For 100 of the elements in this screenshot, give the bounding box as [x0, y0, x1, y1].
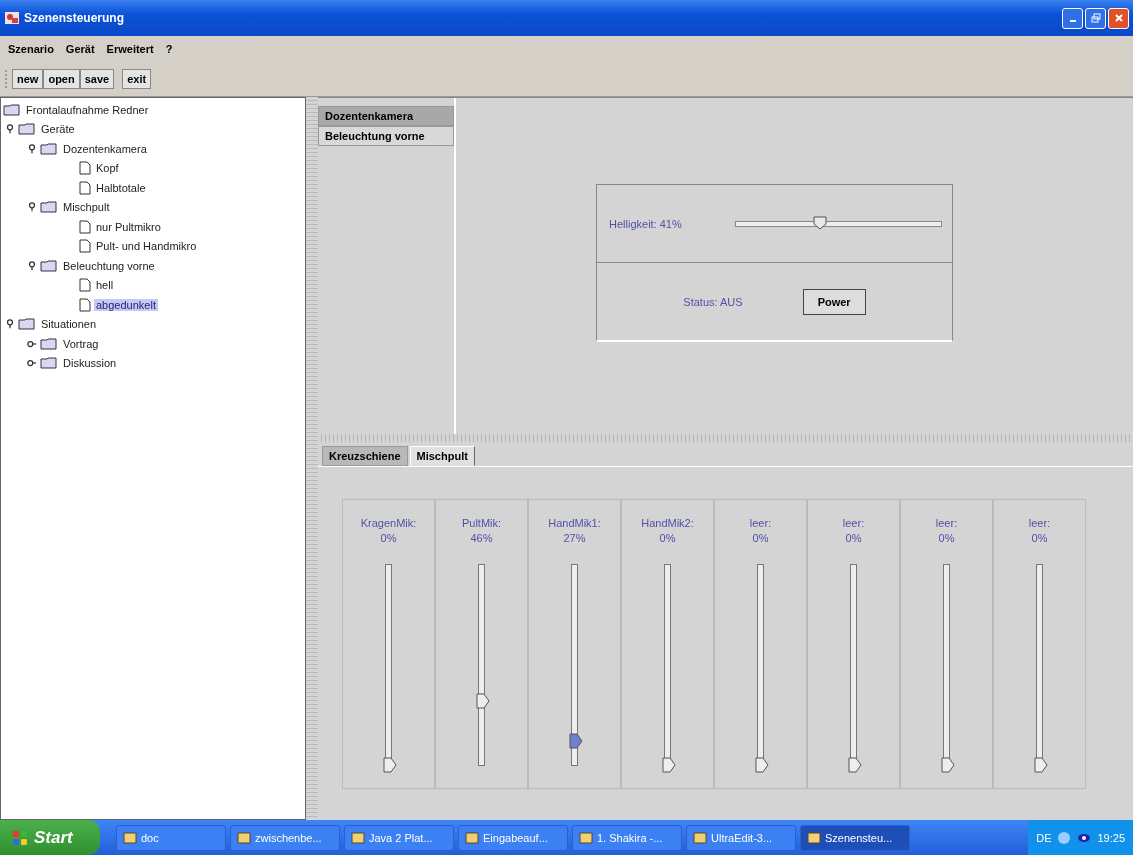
minimize-button[interactable] [1062, 7, 1083, 29]
windows-logo-icon [12, 829, 28, 846]
slider-thumb[interactable] [383, 757, 397, 773]
folder-icon [40, 142, 58, 155]
window-icon [807, 830, 821, 845]
tree-item[interactable]: nur Pultmikro [94, 220, 163, 233]
channel-reading: 0% [380, 531, 397, 546]
window-title: Szenensteuerung [24, 11, 126, 25]
app-icon [4, 10, 20, 26]
panel-tab[interactable]: Kreuzschiene [322, 446, 408, 466]
document-icon [79, 297, 91, 312]
folder-icon [40, 201, 58, 214]
channel-reading: 0% [659, 531, 676, 546]
slider-thumb[interactable] [476, 693, 490, 709]
channel-label: leer: [935, 516, 958, 531]
tree-item[interactable]: abgedunkelt [94, 298, 158, 311]
channel-label: PultMik: [461, 516, 502, 531]
channel-reading: 46% [470, 531, 493, 546]
menu-item[interactable]: Szenario [8, 43, 54, 55]
tree-item[interactable]: Situationen [39, 318, 99, 331]
taskbar-button[interactable]: 1. Shakira -... [572, 824, 682, 851]
device-tab[interactable]: Beleuchtung vorne [318, 126, 454, 146]
tree-item[interactable]: Geräte [39, 123, 77, 136]
taskbar-button[interactable]: doc [116, 824, 226, 851]
tree-item[interactable]: Diskussion [61, 357, 119, 370]
slider-thumb[interactable] [812, 215, 827, 230]
taskbar-button[interactable]: Szenensteu... [800, 824, 910, 851]
taskbar-button[interactable]: Java 2 Plat... [344, 824, 454, 851]
channel-label: leer: [842, 516, 865, 531]
close-icon [1113, 13, 1124, 23]
tree-item[interactable]: Dozentenkamera [61, 142, 149, 155]
toolbar-button[interactable]: save [79, 69, 115, 89]
tree-item[interactable]: Vortrag [61, 337, 101, 350]
channel-reading: 27% [563, 531, 586, 546]
maximize-button[interactable] [1085, 7, 1106, 29]
collapsed-handle-icon[interactable] [27, 358, 37, 369]
expanded-handle-icon[interactable] [27, 260, 37, 271]
panel-tab[interactable]: Mischpult [409, 446, 475, 466]
channel-reading: 0% [938, 531, 955, 546]
toolbar-button[interactable]: new [12, 69, 44, 89]
maximize-icon [1090, 13, 1101, 23]
window-icon [579, 830, 593, 845]
channel-label: leer: [1028, 516, 1051, 531]
channel-label: HandMik1: [548, 516, 601, 531]
channel-reading: 0% [752, 531, 769, 546]
channel-reading: 0% [1031, 531, 1048, 546]
tree-item[interactable]: Beleuchtung vorne [61, 259, 157, 272]
menu-item[interactable]: Gerät [65, 43, 95, 55]
menu-item[interactable]: Erweitert [106, 43, 154, 55]
folder-icon [40, 259, 58, 272]
slider-thumb[interactable] [848, 757, 862, 773]
channel-label: KragenMik: [360, 516, 417, 531]
document-icon [79, 161, 91, 176]
slider-thumb[interactable] [1034, 757, 1048, 773]
tree-item[interactable]: Kopf [94, 162, 121, 175]
toolbar-button[interactable]: open [43, 69, 80, 89]
power-button[interactable]: Power [802, 288, 866, 315]
device-tab[interactable]: Dozentenkamera [318, 106, 454, 126]
close-button[interactable] [1108, 7, 1129, 29]
tree-item[interactable]: Frontalaufnahme Redner [24, 103, 151, 116]
document-icon [79, 278, 91, 293]
expanded-handle-icon[interactable] [5, 319, 15, 330]
folder-icon [40, 357, 58, 370]
channel-reading: 0% [845, 531, 862, 546]
expanded-handle-icon[interactable] [27, 143, 37, 154]
window-icon [693, 830, 707, 845]
taskbar-button[interactable]: UltraEdit-3... [686, 824, 796, 851]
window-icon [351, 830, 365, 845]
slider-thumb[interactable] [662, 757, 676, 773]
taskbar-button[interactable]: Eingabeauf... [458, 824, 568, 851]
window-icon [123, 830, 137, 845]
slider-thumb[interactable] [755, 757, 769, 773]
toolbar-button[interactable]: exit [122, 69, 152, 89]
folder-icon [3, 103, 21, 116]
collapsed-handle-icon[interactable] [27, 338, 37, 349]
channel-label: leer: [749, 516, 772, 531]
clock: 19:25 [1097, 831, 1125, 844]
folder-icon [40, 337, 58, 350]
menu-item[interactable]: ? [165, 43, 173, 55]
taskbar-button[interactable]: zwischenbe... [230, 824, 340, 851]
window-icon [237, 830, 251, 845]
tree-item[interactable]: Halbtotale [94, 181, 148, 194]
document-icon [79, 180, 91, 195]
minimize-icon [1069, 20, 1076, 22]
expanded-handle-icon[interactable] [5, 124, 15, 135]
window-icon [465, 830, 479, 845]
slider-thumb[interactable] [941, 757, 955, 773]
folder-icon [18, 318, 36, 331]
tree-item[interactable]: hell [94, 279, 116, 292]
toolbar-grip-icon[interactable] [4, 69, 8, 89]
tree-item[interactable]: Pult- und Handmikro [94, 240, 199, 253]
folder-icon [18, 123, 36, 136]
expanded-handle-icon[interactable] [27, 202, 37, 213]
channel-label: HandMik2: [641, 516, 694, 531]
brightness-label: Helligkeit: 41% [609, 217, 682, 230]
tree-item[interactable]: Mischpult [61, 201, 112, 214]
document-icon [79, 219, 91, 234]
document-icon [79, 239, 91, 254]
slider-thumb[interactable] [569, 733, 583, 749]
status-label: Status: AUS [683, 295, 743, 308]
